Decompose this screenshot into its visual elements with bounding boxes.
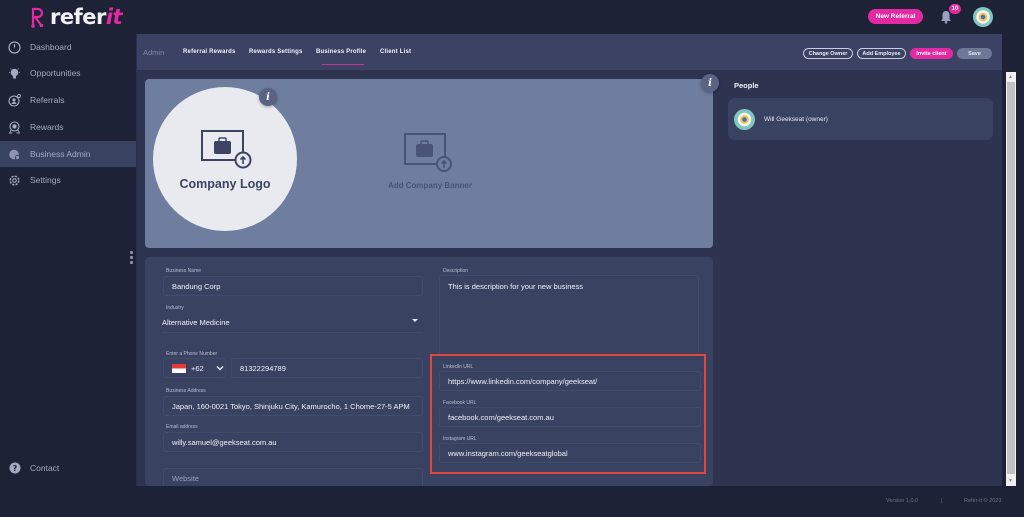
- sidebar-item-contact[interactable]: ? Contact: [0, 455, 136, 481]
- question-circle-icon: ?: [8, 462, 21, 475]
- person-avatar: [734, 109, 755, 130]
- page-scrollbar-thumb[interactable]: [1007, 82, 1015, 474]
- tab-business-profile[interactable]: Business Profile: [316, 49, 366, 55]
- footer: [0, 486, 1024, 517]
- breadcrumb-admin: Admin: [143, 48, 165, 57]
- copyright-text: Refer-it © 2023: [964, 498, 1002, 504]
- website-input[interactable]: Website: [163, 468, 423, 488]
- tab-client-list[interactable]: Client List: [380, 49, 411, 55]
- notification-badge: 10: [949, 4, 961, 14]
- new-referral-button[interactable]: New Referral: [868, 9, 923, 24]
- business-icon: [8, 148, 21, 161]
- add-banner-label: Add Company Banner: [387, 181, 472, 190]
- description-label: Description: [443, 268, 469, 274]
- industry-label: Industry: [166, 305, 184, 311]
- sidebar-item-label: Settings: [30, 175, 61, 185]
- phone-label: Enter a Phone Number: [166, 351, 218, 357]
- resize-handle[interactable]: [130, 251, 134, 265]
- industry-select[interactable]: Alternative Medicine: [162, 313, 423, 333]
- business-name-label: Business Name: [166, 268, 202, 274]
- chevron-down-icon: [216, 366, 224, 371]
- tab-rewards-settings[interactable]: Rewards Settings: [249, 49, 303, 55]
- indonesia-flag-icon: [172, 363, 186, 373]
- active-tab-indicator: [322, 64, 364, 65]
- people-heading: People: [734, 81, 759, 90]
- business-address-input[interactable]: Japan, 160-0021 Tokyo, Shinjuku City, Ka…: [163, 396, 423, 416]
- banner-info-icon[interactable]: i: [701, 74, 719, 92]
- app-logo[interactable]: referit: [30, 5, 123, 29]
- sidebar-item-label: Dashboard: [30, 42, 72, 52]
- user-avatar[interactable]: [973, 7, 993, 27]
- image-upload-icon: [201, 130, 252, 169]
- speedometer-icon: [8, 40, 21, 54]
- award-icon: [8, 120, 21, 134]
- version-text: Version 1.0.0: [886, 498, 919, 504]
- email-label: Email address: [166, 424, 198, 430]
- country-code-select[interactable]: +62: [163, 358, 226, 378]
- sidebar-item-label: Referrals: [30, 95, 65, 105]
- sidebar-item-label: Business Admin: [30, 149, 91, 159]
- save-button[interactable]: Save: [957, 48, 992, 59]
- logo-mark-icon: [31, 7, 44, 28]
- social-links-highlight: [430, 354, 706, 474]
- lightbulb-icon: [8, 67, 21, 80]
- company-logo-label: Company Logo: [179, 177, 271, 191]
- sidebar-item-settings[interactable]: Settings: [0, 167, 136, 193]
- person-name: Will Geekseat (owner): [764, 116, 828, 123]
- phone-number-input[interactable]: 81322294789: [231, 358, 423, 378]
- country-code-value: +62: [191, 363, 204, 373]
- user-referral-icon: [8, 93, 21, 107]
- footer-separator: |: [941, 498, 943, 504]
- logo-info-icon[interactable]: i: [259, 88, 277, 106]
- sidebar-item-label: Contact: [30, 463, 60, 473]
- sidebar-item-rewards[interactable]: Rewards: [0, 114, 136, 140]
- sidebar-item-label: Opportunities: [30, 68, 81, 78]
- description-textarea[interactable]: This is description for your new busines…: [439, 275, 699, 355]
- logo-text: referit: [50, 5, 123, 29]
- sidebar-item-opportunities[interactable]: Opportunities: [0, 60, 136, 86]
- tab-referral-rewards[interactable]: Referral Rewards: [183, 49, 236, 55]
- invite-client-button[interactable]: Invite client: [910, 48, 953, 59]
- banner-upload-icon: [404, 133, 452, 172]
- svg-text:?: ?: [12, 464, 17, 473]
- scroll-up-arrow-icon[interactable]: ▲: [1008, 74, 1013, 80]
- business-address-label: Business Address: [166, 388, 206, 394]
- business-name-input[interactable]: Bandung Corp: [163, 276, 423, 296]
- sidebar-item-referrals[interactable]: Referrals: [0, 87, 136, 113]
- change-owner-button[interactable]: Change Owner: [803, 48, 853, 59]
- sidebar-item-label: Rewards: [30, 122, 64, 132]
- gear-icon: [8, 174, 21, 187]
- industry-value: Alternative Medicine: [162, 318, 230, 327]
- add-employee-button[interactable]: Add Employee: [857, 48, 906, 59]
- scroll-down-arrow-icon[interactable]: ▼: [1008, 478, 1013, 484]
- email-input[interactable]: willy.samuel@geekseat.com.au: [163, 432, 423, 452]
- sidebar-item-business-admin[interactable]: Business Admin: [0, 141, 136, 167]
- chevron-down-icon[interactable]: [412, 319, 418, 322]
- sidebar-item-dashboard[interactable]: Dashboard: [0, 34, 136, 60]
